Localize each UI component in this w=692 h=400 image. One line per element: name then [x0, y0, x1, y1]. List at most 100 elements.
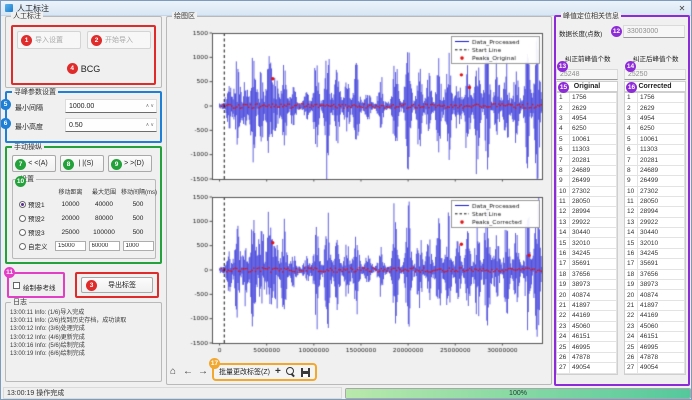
back-icon[interactable]: ← [182, 365, 194, 379]
group-manual-annotation-title: 人工标注 [11, 12, 43, 21]
peak-index-cell: 11 [625, 197, 638, 207]
move-left-button[interactable]: 7 < <(A) [12, 155, 56, 172]
peak-value-cell: 26499 [570, 176, 617, 186]
reference-frame: 11 绘制参考线 [7, 272, 65, 298]
start-import-button[interactable]: 2 开始导入 [87, 31, 151, 49]
peak-index-cell: 6 [625, 145, 638, 155]
pause-button[interactable]: 8 | |(S) [60, 155, 104, 172]
save-icon[interactable] [301, 368, 310, 377]
app-icon [5, 4, 13, 12]
peak-index-cell: 2 [557, 103, 570, 113]
preset-radio[interactable] [19, 201, 26, 208]
peak-index-cell: 4 [557, 124, 570, 134]
custom-value-input[interactable] [123, 241, 154, 251]
peak-value-cell: 40874 [570, 290, 617, 300]
peak-value-cell: 30440 [570, 228, 617, 238]
preset-value: 500 [121, 201, 155, 208]
min-height-spinbox[interactable]: 0.50 ∧∨ [65, 118, 157, 132]
peak-index-cell: 5 [557, 135, 570, 145]
custom-value-input[interactable] [55, 241, 86, 251]
peak-value-cell: 11303 [638, 145, 685, 155]
peak-index-cell: 9 [557, 176, 570, 186]
pan-icon[interactable]: + [275, 367, 281, 377]
log-list[interactable]: 13:00:11 Info: (1/6)导入完成13:00:11 Info: (… [10, 309, 126, 358]
badge-12: 12 [611, 26, 622, 37]
original-peaks-table[interactable]: 1175622629349544625051006161130372028182… [556, 92, 618, 375]
peak-value-cell: 47878 [638, 353, 685, 363]
peak-value-cell: 47878 [570, 353, 617, 363]
preset-value: 40000 [87, 201, 121, 208]
preset-row-1[interactable]: 预设11000040000500 [16, 197, 155, 211]
badge-11: 11 [4, 267, 15, 278]
preset-row-2[interactable]: 预设22000080000500 [16, 211, 155, 225]
badge-16: 16 [626, 82, 637, 93]
peak-value-cell: 45060 [638, 322, 685, 332]
import-settings-label: 导入设置 [35, 35, 63, 45]
custom-value-input[interactable] [89, 241, 120, 251]
peak-value-cell: 1756 [638, 93, 685, 103]
peak-value-cell: 41897 [570, 301, 617, 311]
group-peak-info: 峰值定位相关信息 数据长度(点数) 12 33003000 纠正前峰值个数 纠正… [554, 15, 690, 386]
home-icon[interactable]: ⌂ [167, 365, 179, 379]
log-line: 13:00:12 Info: (3/6)处理完成 [10, 325, 126, 333]
group-plot-area: 绘图区 [166, 16, 552, 385]
min-interval-label: 最小间隔 [15, 103, 43, 113]
badge-4: 4 [67, 63, 78, 74]
col-move-distance: 移动距离 [54, 187, 87, 196]
peak-index-cell: 12 [557, 207, 570, 217]
peak-value-cell: 11303 [570, 145, 617, 155]
peak-index-cell: 3 [625, 114, 638, 124]
peak-value-cell: 46995 [638, 342, 685, 352]
preset-row-custom[interactable]: 自定义 [16, 239, 155, 253]
after-count-label: 纠正后峰值个数 [633, 53, 679, 63]
min-height-label: 最小高度 [15, 122, 43, 132]
close-icon[interactable]: ✕ [673, 2, 691, 15]
draw-reference-checkbox[interactable] [13, 282, 20, 289]
peak-value-cell: 41897 [638, 301, 685, 311]
peak-index-cell: 1 [557, 93, 570, 103]
move-right-button[interactable]: 9 > >(D) [108, 155, 152, 172]
log-line: 13:00:12 Info: (4/6)更新完成 [10, 334, 126, 342]
peak-value-cell: 37656 [638, 270, 685, 280]
peak-value-cell: 2629 [570, 103, 617, 113]
preset-label: 预设2 [28, 213, 45, 223]
status-message-panel: 13:00:19 操作完成 [3, 387, 342, 399]
min-interval-spinbox[interactable]: 1000.00 ∧∨ [65, 99, 157, 113]
log-line: 13:00:19 Info: (6/6)绘制完成 [10, 350, 126, 358]
badge-15: 15 [558, 82, 569, 93]
peak-value-cell: 34245 [570, 249, 617, 259]
peak-value-cell: 35691 [570, 259, 617, 269]
batch-edit-label[interactable]: 批量更改标签(Z) [219, 367, 270, 377]
peak-value-cell: 29922 [638, 218, 685, 228]
spin-down-icon[interactable]: ∨ [150, 103, 154, 109]
signal-charts-canvas[interactable] [168, 21, 550, 361]
spin-up-icon[interactable]: ∧ [146, 122, 150, 128]
preset-radio[interactable] [19, 215, 26, 222]
peak-index-cell: 18 [557, 270, 570, 280]
peak-index-cell: 23 [557, 322, 570, 332]
peak-value-cell: 24689 [638, 166, 685, 176]
peak-index-cell: 13 [557, 218, 570, 228]
zoom-icon[interactable] [286, 367, 296, 377]
badge-1: 1 [21, 35, 32, 46]
preset-radio[interactable] [19, 229, 26, 236]
custom-radio[interactable] [19, 243, 26, 250]
preset-row-3[interactable]: 预设325000100000500 [16, 225, 155, 239]
preset-value: 500 [121, 229, 155, 236]
spin-down-icon[interactable]: ∨ [150, 122, 154, 128]
peak-value-cell: 2629 [638, 103, 685, 113]
badge-10: 10 [15, 176, 26, 187]
peak-index-cell: 17 [557, 259, 570, 269]
import-settings-button[interactable]: 1 导入设置 [17, 31, 81, 49]
preset-value: 80000 [87, 215, 121, 222]
spin-up-icon[interactable]: ∧ [146, 103, 150, 109]
peak-index-cell: 18 [625, 270, 638, 280]
peak-index-cell: 15 [625, 238, 638, 248]
forward-icon[interactable]: → [197, 365, 209, 379]
preset-label: 预设3 [28, 227, 45, 237]
peak-value-cell: 29922 [570, 218, 617, 228]
badge-8: 8 [63, 159, 74, 170]
export-labels-button[interactable]: 3 导出标签 [81, 277, 153, 293]
badge-5: 5 [0, 99, 11, 110]
corrected-peaks-table[interactable]: 1175622629349544625051006161130372028182… [624, 92, 686, 375]
